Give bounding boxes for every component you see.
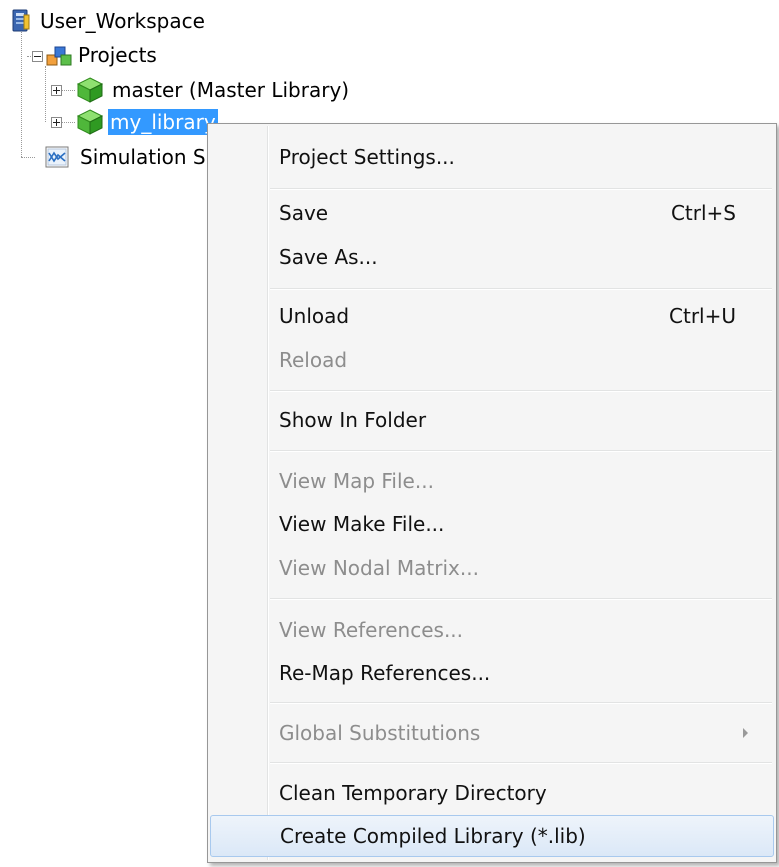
tree-connector — [45, 66, 46, 122]
menu-item-project-settings[interactable]: Project Settings... — [210, 136, 774, 178]
tree-node-simulation[interactable]: Simulation S — [36, 142, 208, 172]
menu-item-reload: Reload — [210, 339, 774, 381]
menu-item-create-compiled-library[interactable]: Create Compiled Library (*.lib) — [210, 815, 774, 857]
menu-item-label: Project Settings... — [279, 145, 455, 169]
library-cube-icon — [76, 76, 104, 104]
menu-item-view-make-file[interactable]: View Make File... — [210, 503, 774, 545]
tree-connector — [21, 30, 22, 157]
menu-separator — [270, 762, 772, 764]
menu-separator — [270, 390, 772, 392]
tree-node-workspace[interactable]: User_Workspace — [10, 6, 207, 36]
menu-item-label: View Map File... — [279, 469, 434, 493]
collapse-projects-icon[interactable] — [32, 51, 43, 62]
menu-item-label: View Make File... — [279, 512, 445, 536]
workspace-server-icon — [10, 9, 32, 33]
tree-node-my-library[interactable]: my_library — [76, 107, 218, 137]
menu-separator — [270, 598, 772, 600]
tree-label-my-library: my_library — [108, 109, 218, 135]
menu-item-show-in-folder[interactable]: Show In Folder — [210, 399, 774, 441]
menu-item-label: Unload — [279, 304, 350, 328]
tree-node-projects[interactable]: Projects — [46, 40, 159, 70]
menu-item-label: Global Substitutions — [279, 721, 481, 745]
menu-item-shortcut: Ctrl+S — [670, 201, 736, 225]
menu-item-label: View Nodal Matrix... — [279, 556, 479, 580]
menu-separator — [270, 702, 772, 704]
tree-label-projects: Projects — [78, 43, 157, 67]
menu-item-view-map-file: View Map File... — [210, 460, 774, 502]
submenu-arrow-icon — [743, 728, 748, 738]
tree-label-master: master (Master Library) — [112, 78, 350, 102]
menu-item-re-map-references[interactable]: Re-Map References... — [210, 652, 774, 694]
menu-item-label: Clean Temporary Directory — [279, 781, 547, 805]
library-cube-icon — [76, 108, 104, 136]
menu-item-label: View References... — [279, 618, 464, 642]
tree-connector — [61, 90, 75, 91]
menu-item-save[interactable]: Save Ctrl+S — [210, 192, 774, 234]
menu-item-view-references: View References... — [210, 609, 774, 651]
menu-item-clean-temporary-directory[interactable]: Clean Temporary Directory — [210, 772, 774, 814]
menu-item-global-substitutions: Global Substitutions — [210, 712, 774, 754]
expand-master-icon[interactable] — [51, 85, 62, 96]
menu-item-save-as[interactable]: Save As... — [210, 236, 774, 278]
menu-item-label: Show In Folder — [279, 408, 427, 432]
context-menu: Project Settings... Save Ctrl+S Save As.… — [207, 123, 777, 863]
tree-label-simulation: Simulation S — [80, 145, 206, 169]
menu-item-shortcut: Ctrl+U — [669, 304, 736, 328]
tree-connector — [21, 157, 35, 158]
simulation-scope-icon — [36, 144, 72, 170]
expand-my-library-icon[interactable] — [51, 117, 62, 128]
menu-item-label: Reload — [279, 348, 348, 372]
projects-blocks-icon — [46, 43, 74, 67]
menu-separator — [270, 188, 772, 190]
menu-item-label: Create Compiled Library (*.lib) — [280, 824, 586, 848]
menu-item-unload[interactable]: Unload Ctrl+U — [210, 295, 774, 337]
tree-connector — [61, 122, 75, 123]
menu-separator — [270, 288, 772, 290]
tree-node-master[interactable]: master (Master Library) — [76, 75, 351, 105]
menu-item-label: Re-Map References... — [279, 661, 491, 685]
menu-separator — [270, 450, 772, 452]
tree-label-workspace: User_Workspace — [40, 9, 205, 33]
menu-item-view-nodal-matrix: View Nodal Matrix... — [210, 547, 774, 589]
workspace-window: User_Workspace Projects master (Master L… — [0, 0, 779, 867]
menu-item-label: Save As... — [279, 245, 378, 269]
menu-item-label: Save — [279, 201, 329, 225]
